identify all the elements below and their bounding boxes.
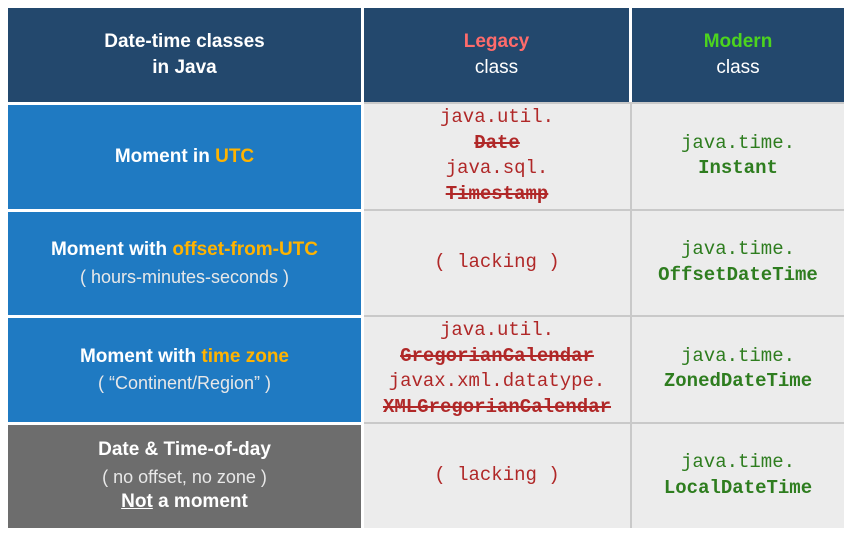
row2-desc-text: Moment with offset-from-UTC — [51, 237, 318, 263]
legacy-class-deprecated: XMLGregorianCalendar — [383, 395, 611, 421]
row4-desc-main: Date & Time-of-day — [98, 437, 271, 463]
header-legacy-sub: class — [475, 55, 518, 81]
modern-package: java.time. — [681, 237, 795, 263]
row1-description: Moment in UTC — [8, 102, 364, 209]
legacy-lacking: ( lacking ) — [434, 463, 559, 489]
row3-modern: java.time. ZonedDateTime — [632, 315, 844, 422]
row1-modern: java.time. Instant — [632, 102, 844, 209]
header-description: Date-time classes in Java — [8, 8, 364, 102]
row2-modern: java.time. OffsetDateTime — [632, 209, 844, 316]
header-legacy: Legacy class — [364, 8, 632, 102]
comparison-table: Date-time classes in Java Legacy class M… — [8, 8, 844, 528]
row4-legacy: ( lacking ) — [364, 422, 632, 529]
row3-description: Moment with time zone ( “Continent/Regio… — [8, 315, 364, 422]
row4-desc-sub2: Not a moment — [121, 489, 248, 515]
table-row: Moment in UTC java.util. Date java.sql. … — [8, 102, 844, 209]
modern-class: ZonedDateTime — [664, 369, 812, 395]
legacy-class-deprecated: GregorianCalendar — [400, 344, 594, 370]
modern-package: java.time. — [681, 131, 795, 157]
row4-description: Date & Time-of-day ( no offset, no zone … — [8, 422, 364, 529]
row4-desc-sub1: ( no offset, no zone ) — [102, 465, 267, 489]
legacy-package: java.util. — [440, 105, 554, 131]
legacy-lacking: ( lacking ) — [434, 250, 559, 276]
row3-legacy: java.util. GregorianCalendar javax.xml.d… — [364, 315, 632, 422]
header-desc-title: Date-time classes — [104, 29, 265, 55]
row1-desc-text: Moment in UTC — [115, 144, 254, 170]
modern-package: java.time. — [681, 450, 795, 476]
row2-description: Moment with offset-from-UTC ( hours-minu… — [8, 209, 364, 316]
row2-legacy: ( lacking ) — [364, 209, 632, 316]
header-desc-sub: in Java — [152, 55, 216, 81]
legacy-package: javax.xml.datatype. — [389, 369, 606, 395]
modern-class: OffsetDateTime — [658, 263, 818, 289]
table-header-row: Date-time classes in Java Legacy class M… — [8, 8, 844, 102]
modern-class: Instant — [698, 156, 778, 182]
row2-desc-sub: ( hours-minutes-seconds ) — [80, 265, 289, 289]
legacy-package: java.sql. — [446, 156, 549, 182]
row3-desc-sub: ( “Continent/Region” ) — [98, 371, 271, 395]
table-row: Moment with time zone ( “Continent/Regio… — [8, 315, 844, 422]
table-row: Date & Time-of-day ( no offset, no zone … — [8, 422, 844, 529]
table-row: Moment with offset-from-UTC ( hours-minu… — [8, 209, 844, 316]
row3-desc-text: Moment with time zone — [80, 344, 289, 370]
header-modern: Modern class — [632, 8, 844, 102]
legacy-class-deprecated: Date — [474, 131, 520, 157]
header-modern-sub: class — [716, 55, 759, 81]
row4-modern: java.time. LocalDateTime — [632, 422, 844, 529]
legacy-package: java.util. — [440, 318, 554, 344]
modern-class: LocalDateTime — [664, 476, 812, 502]
row1-legacy: java.util. Date java.sql. Timestamp — [364, 102, 632, 209]
header-legacy-word: Legacy — [464, 29, 529, 55]
legacy-class-deprecated: Timestamp — [446, 182, 549, 208]
header-modern-word: Modern — [704, 29, 773, 55]
modern-package: java.time. — [681, 344, 795, 370]
